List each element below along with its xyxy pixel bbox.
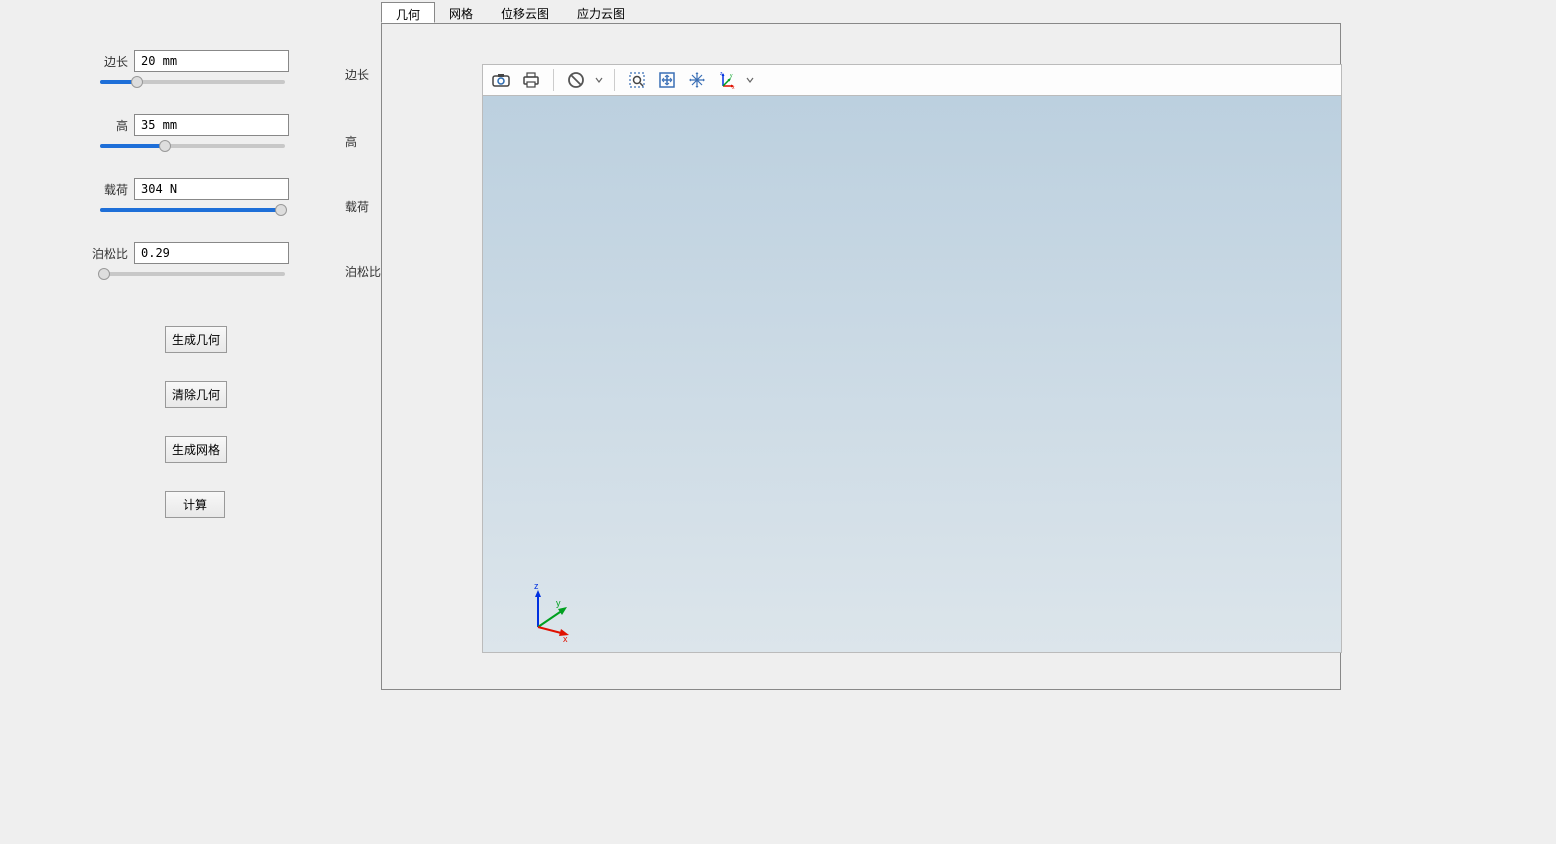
tab-mesh[interactable]: 网格: [435, 2, 487, 23]
toolbar-separator: [553, 69, 554, 91]
tab-displacement[interactable]: 位移云图: [487, 2, 563, 23]
slider-bosongbi[interactable]: [100, 272, 285, 276]
coord-sys-icon[interactable]: x y z: [715, 68, 739, 92]
viewport-3d[interactable]: z y x: [482, 96, 1342, 653]
axis-x-label: x: [563, 634, 568, 642]
parameters-sidebar: 边长 高 载荷 泊松比 生成几何: [0, 0, 380, 546]
toolbar-separator: [614, 69, 615, 91]
svg-text:x: x: [732, 85, 735, 90]
zoom-box-icon[interactable]: [625, 68, 649, 92]
chevron-down-icon[interactable]: [594, 75, 604, 85]
axis-y-label: y: [556, 598, 561, 608]
col2-label-gao: 高: [345, 133, 385, 150]
camera-icon[interactable]: [489, 68, 513, 92]
slider-zaihe[interactable]: [100, 208, 285, 212]
input-gao[interactable]: [134, 114, 289, 136]
generate-mesh-button[interactable]: 生成网格: [165, 436, 227, 463]
slider-bianchang[interactable]: [100, 80, 285, 84]
col2-label-zaihe: 载荷: [345, 198, 385, 215]
slider-gao[interactable]: [100, 144, 285, 148]
forbid-icon[interactable]: [564, 68, 588, 92]
label-zaihe: 载荷: [90, 181, 128, 198]
generate-geometry-button[interactable]: 生成几何: [165, 326, 227, 353]
tab-stress[interactable]: 应力云图: [563, 2, 639, 23]
input-bianchang[interactable]: [134, 50, 289, 72]
tabs-bar: 几何 网格 位移云图 应力云图: [381, 2, 1341, 24]
svg-text:y: y: [730, 73, 733, 79]
label-bosongbi: 泊松比: [90, 245, 128, 262]
label-gao: 高: [90, 117, 128, 134]
label-bianchang: 边长: [90, 53, 128, 70]
input-zaihe[interactable]: [134, 178, 289, 200]
col2-label-bianchang: 边长: [345, 66, 385, 83]
tab-panel-geometry: x y z z y x: [381, 24, 1341, 690]
clear-geometry-button[interactable]: 清除几何: [165, 381, 227, 408]
axis-z-label: z: [534, 582, 539, 591]
input-bosongbi[interactable]: [134, 242, 289, 264]
secondary-labels-column: 边长 高 载荷 泊松比: [345, 60, 385, 280]
print-icon[interactable]: [519, 68, 543, 92]
tab-geometry[interactable]: 几何: [381, 2, 435, 23]
viewport-toolbar: x y z: [482, 64, 1342, 96]
col2-label-bosongbi: 泊松比: [345, 263, 385, 280]
main-area: 几何 网格 位移云图 应力云图: [381, 2, 1341, 690]
axes-triad-icon: z y x: [523, 582, 583, 642]
chevron-down-icon[interactable]: [745, 75, 755, 85]
compute-button[interactable]: 计算: [165, 491, 225, 518]
pan-icon[interactable]: [685, 68, 709, 92]
fit-icon[interactable]: [655, 68, 679, 92]
